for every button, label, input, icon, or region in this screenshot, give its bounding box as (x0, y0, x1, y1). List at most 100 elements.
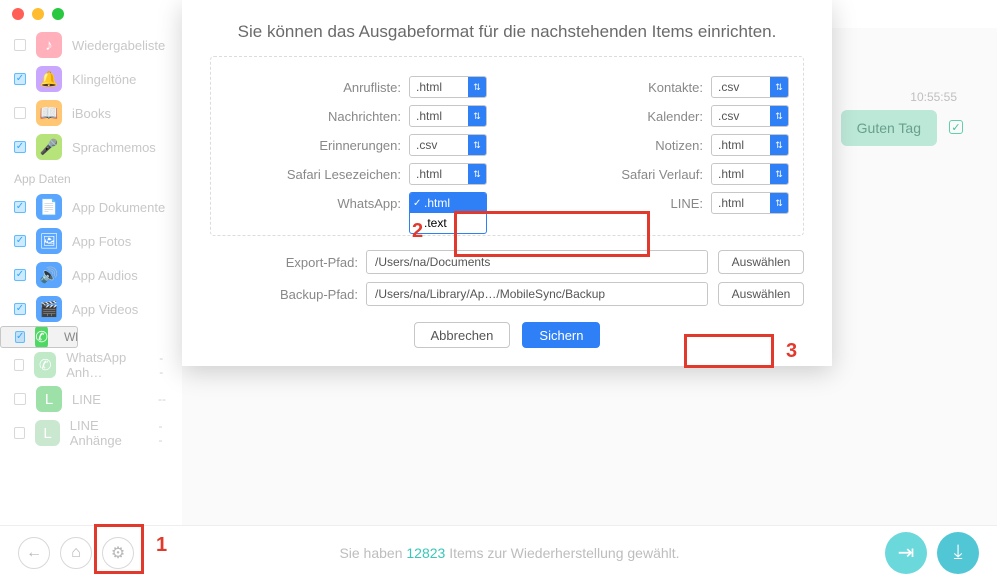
checkbox[interactable] (14, 393, 26, 405)
format-label: Safari Verlauf: (621, 167, 703, 182)
sidebar-item-label: Klingeltöne (72, 72, 136, 87)
chevron-down-icon: ⇅ (770, 193, 788, 213)
home-button[interactable]: ⌂ (60, 537, 92, 569)
settings-button[interactable]: ⚙ (102, 537, 134, 569)
checkbox[interactable] (14, 39, 26, 51)
count-placeholder: -- (159, 351, 166, 379)
calendar-format-select[interactable]: .csv⇅ (711, 105, 789, 127)
maximize-window-dot[interactable] (52, 8, 64, 20)
checkbox[interactable]: ✓ (14, 269, 26, 281)
format-label: Kalender: (647, 109, 703, 124)
line-icon: L (36, 386, 62, 412)
sidebar-item-label: App Videos (72, 302, 138, 317)
sidebar-item-playlists[interactable]: ♪ Wiedergabeliste (0, 28, 182, 62)
status-pre: Sie haben (339, 545, 406, 561)
to-device-button[interactable]: ⇥ (885, 532, 927, 574)
format-label: Anrufliste: (343, 80, 401, 95)
sidebar-item-app-videos[interactable]: ✓ 🎬 App Videos (0, 292, 182, 326)
checkbox[interactable]: ✓ (14, 303, 26, 315)
checkbox[interactable]: ✓ (14, 235, 26, 247)
contacts-format-select[interactable]: .csv⇅ (711, 76, 789, 98)
count-placeholder: -- (159, 419, 167, 447)
chevron-down-icon: ⇅ (468, 77, 486, 97)
save-button[interactable]: Sichern (522, 322, 600, 348)
to-computer-button[interactable]: ⤓ (937, 532, 979, 574)
line-format-select[interactable]: .html⇅ (711, 192, 789, 214)
backup-path-label: Backup-Pfad: (210, 287, 358, 302)
chevron-down-icon: ⇅ (468, 164, 486, 184)
chevron-down-icon: ⇅ (770, 135, 788, 155)
chevron-down-icon: ⇅ (468, 106, 486, 126)
doc-icon: 📄 (36, 194, 62, 220)
checkbox[interactable]: ✓ (14, 201, 26, 213)
sidebar-item-ibooks[interactable]: 📖 iBooks (0, 96, 182, 130)
message-checkbox[interactable]: ✓ (949, 120, 963, 134)
sidebar-item-label: LINE Anhänge (70, 418, 149, 448)
sidebar-item-whatsapp[interactable]: ✓✆WhatsApp (0, 326, 78, 348)
sidebar-item-label: App Dokumente (72, 200, 165, 215)
backup-path-input[interactable] (366, 282, 708, 306)
sidebar-item-label: iBooks (72, 106, 111, 121)
sidebar-section-header: App Daten (0, 164, 182, 190)
sidebar-item-whatsapp-attachments[interactable]: ✆ WhatsApp Anh… -- (0, 348, 182, 382)
chevron-down-icon: ⇅ (770, 164, 788, 184)
whatsapp-icon: ✆ (34, 352, 56, 378)
messages-format-select[interactable]: .html⇅ (409, 105, 487, 127)
count-placeholder: -- (158, 392, 166, 406)
sidebar-item-label: App Audios (72, 268, 138, 283)
modal-title: Sie können das Ausgabeformat für die nac… (210, 22, 804, 42)
sidebar-item-line[interactable]: LLINE-- (0, 382, 182, 416)
status-message: Sie haben 12823 Items zur Wiederherstell… (144, 545, 875, 561)
dropdown-option-text[interactable]: .text (410, 213, 486, 233)
photo-icon: 🖼 (36, 228, 62, 254)
format-label: WhatsApp: (337, 196, 401, 211)
book-icon: 📖 (36, 100, 62, 126)
sidebar-item-label: WhatsApp (58, 330, 78, 344)
sidebar-item-voicememos[interactable]: ✓ 🎤 Sprachmemos (0, 130, 182, 164)
checkbox[interactable]: ✓ (14, 141, 26, 153)
dropdown-option-html[interactable]: .html (410, 193, 486, 213)
cancel-button[interactable]: Abbrechen (414, 322, 511, 348)
bell-icon: 🔔 (36, 66, 62, 92)
sidebar-item-ringtones[interactable]: ✓ 🔔 Klingeltöne (0, 62, 182, 96)
video-icon: 🎬 (36, 296, 62, 322)
choose-backup-path-button[interactable]: Auswählen (718, 282, 804, 306)
format-label: Safari Lesezeichen: (287, 167, 401, 182)
line-icon: L (35, 420, 59, 446)
checkbox[interactable] (14, 359, 24, 371)
close-window-dot[interactable] (12, 8, 24, 20)
sidebar-item-label: Wiedergabeliste (72, 38, 165, 53)
back-button[interactable]: ← (18, 537, 50, 569)
sidebar-item-label: WhatsApp Anh… (66, 350, 149, 380)
format-label: LINE: (670, 196, 703, 211)
checkbox[interactable] (14, 427, 25, 439)
whatsapp-format-select-open[interactable]: .html .text (409, 192, 487, 234)
history-format-select[interactable]: .html⇅ (711, 163, 789, 185)
mic-icon: 🎤 (36, 134, 62, 160)
music-icon: ♪ (36, 32, 62, 58)
sidebar-item-app-photos[interactable]: ✓🖼App Fotos (0, 224, 182, 258)
chevron-down-icon: ⇅ (770, 106, 788, 126)
checkbox[interactable]: ✓ (14, 73, 26, 85)
notes-format-select[interactable]: .html⇅ (711, 134, 789, 156)
audio-icon: 🔊 (36, 262, 62, 288)
choose-export-path-button[interactable]: Auswählen (718, 250, 804, 274)
sidebar-item-line-attachments[interactable]: L LINE Anhänge -- (0, 416, 182, 450)
sidebar-item-label: Sprachmemos (72, 140, 156, 155)
sidebar-item-app-audios[interactable]: ✓ 🔊 App Audios (0, 258, 182, 292)
export-path-label: Export-Pfad: (210, 255, 358, 270)
sidebar: ♪ Wiedergabeliste ✓ 🔔 Klingeltöne 📖 iBooks ✓… (0, 28, 182, 525)
message-time: 10:55:55 (910, 90, 957, 104)
bookmarks-format-select[interactable]: .html⇅ (409, 163, 487, 185)
status-count: 12823 (406, 545, 445, 561)
chevron-down-icon: ⇅ (468, 135, 486, 155)
checkbox[interactable] (14, 107, 26, 119)
reminders-format-select[interactable]: .csv⇅ (409, 134, 487, 156)
format-label: Notizen: (655, 138, 703, 153)
calllog-format-select[interactable]: .html⇅ (409, 76, 487, 98)
sidebar-item-app-documents[interactable]: ✓ 📄 App Dokumente (0, 190, 182, 224)
checkbox[interactable]: ✓ (15, 331, 25, 343)
export-path-input[interactable] (366, 250, 708, 274)
message-bubble: Guten Tag (841, 110, 937, 146)
minimize-window-dot[interactable] (32, 8, 44, 20)
